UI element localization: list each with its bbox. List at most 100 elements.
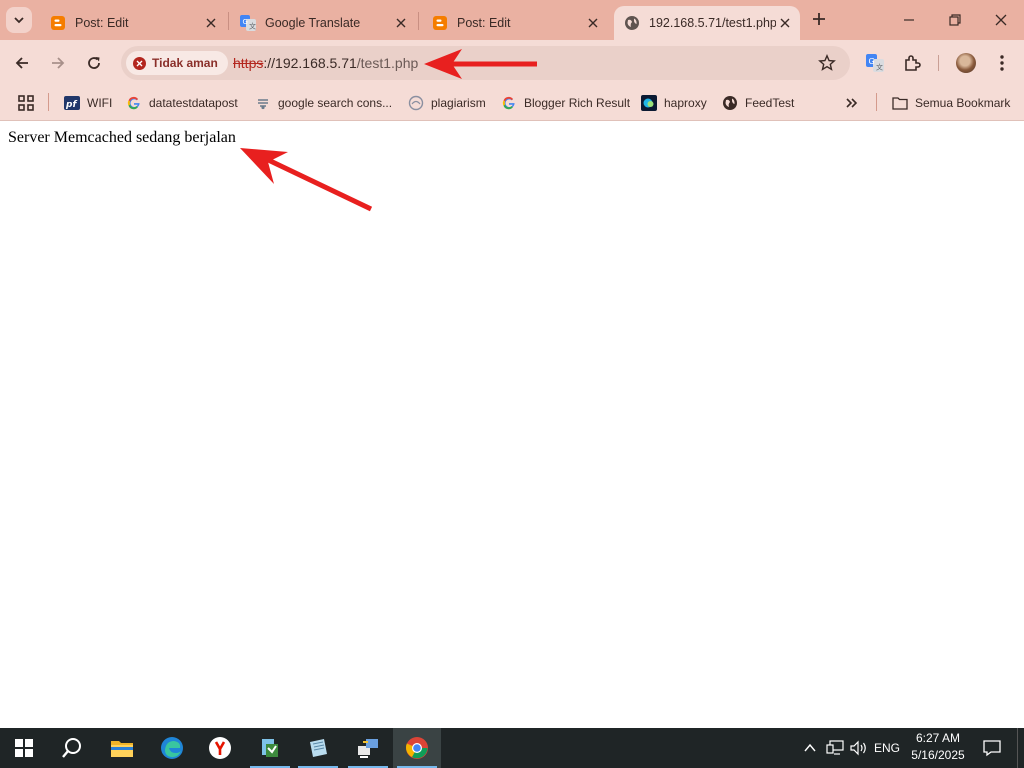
pfsense-icon: pf <box>64 95 80 111</box>
show-desktop-button[interactable] <box>1017 728 1024 768</box>
speaker-icon <box>850 740 866 756</box>
toolbar-divider <box>938 55 939 71</box>
clock-date: 5/16/2025 <box>911 748 965 762</box>
bookmark-star-icon[interactable] <box>818 54 836 72</box>
page-content: Server Memcached sedang berjalan <box>0 121 1024 728</box>
bookmark-separator <box>48 93 49 111</box>
tray-network[interactable] <box>824 728 846 768</box>
tab-post-edit-2[interactable]: Post: Edit <box>422 6 608 40</box>
tray-overflow-button[interactable] <box>800 728 820 768</box>
haproxy-icon <box>641 95 657 111</box>
remote-desktop-icon <box>358 739 378 758</box>
notification-center-button[interactable] <box>980 728 1004 768</box>
restore-icon <box>949 14 961 26</box>
tab-separator <box>418 12 419 30</box>
yandex-icon <box>209 737 231 759</box>
tab-post-edit-1[interactable]: Post: Edit <box>40 6 226 40</box>
taskbar-clock[interactable]: 6:27 AM 5/16/2025 <box>900 730 976 764</box>
network-app-icon <box>262 739 278 757</box>
folder-icon <box>892 95 908 111</box>
url-host: ://192.168.5.71 <box>263 55 357 71</box>
menu-kebab-icon[interactable] <box>992 53 1012 73</box>
minimize-icon <box>904 19 914 21</box>
restore-button[interactable] <box>932 0 978 40</box>
google-icon <box>501 95 517 111</box>
bookmarks-bar: pf WIFI datatestdatapost google search c… <box>0 86 1024 121</box>
search-button[interactable] <box>48 728 96 768</box>
url-text[interactable]: https://192.168.5.71/test1.php <box>233 55 418 71</box>
browser-toolbar: Tidak aman https://192.168.5.71/test1.ph… <box>0 40 1024 86</box>
close-icon[interactable] <box>584 14 602 32</box>
minimize-button[interactable] <box>886 0 932 40</box>
all-bookmarks-folder[interactable]: Semua Bookmark <box>892 93 1010 113</box>
tab-label: Post: Edit <box>457 16 511 30</box>
tray-volume[interactable] <box>848 728 870 768</box>
address-bar[interactable]: Tidak aman https://192.168.5.71/test1.ph… <box>121 46 850 80</box>
bookmark-google-search-console[interactable]: google search cons... <box>255 93 392 113</box>
apps-grid-icon <box>18 95 34 111</box>
taskbar-yandex-browser[interactable] <box>196 728 244 768</box>
bookmark-datatestdatapost[interactable]: datatestdatapost <box>126 93 238 113</box>
tab-label: 192.168.5.71/test1.php <box>649 16 776 30</box>
taskbar-remote-desktop[interactable] <box>344 728 392 768</box>
close-icon[interactable] <box>202 14 220 32</box>
tab-label: Post: Edit <box>75 16 129 30</box>
taskbar-network-manager[interactable] <box>246 728 294 768</box>
bookmark-label: FeedTest <box>745 96 795 110</box>
bookmark-plagiarism[interactable]: plagiarism <box>408 93 486 113</box>
new-tab-button[interactable] <box>808 8 830 30</box>
double-chevron-right-icon <box>846 98 858 108</box>
reload-icon <box>88 57 100 69</box>
more-bookmarks-button[interactable] <box>845 93 859 113</box>
tab-test1-php[interactable]: 192.168.5.71/test1.php <box>614 6 800 40</box>
windows-logo-icon <box>15 739 33 757</box>
profile-avatar[interactable] <box>956 53 976 73</box>
not-secure-icon <box>133 56 146 70</box>
network-wired-icon <box>826 740 844 755</box>
bookmark-label: google search cons... <box>278 96 393 110</box>
apps-button[interactable] <box>18 93 34 113</box>
globe-icon <box>722 95 738 111</box>
start-button[interactable] <box>0 728 48 768</box>
bookmark-label: Blogger Rich Result <box>524 96 631 110</box>
taskbar-document-app[interactable] <box>294 728 342 768</box>
bookmark-feedtest[interactable]: FeedTest <box>722 93 794 113</box>
plagiarism-icon <box>408 95 424 111</box>
bookmark-wifi[interactable]: pf WIFI <box>64 93 112 113</box>
google-icon <box>126 95 142 111</box>
close-icon[interactable] <box>392 14 410 32</box>
close-icon[interactable] <box>776 14 794 32</box>
search-icon <box>62 738 81 758</box>
chevron-up-icon <box>804 743 816 752</box>
tab-google-translate[interactable]: G文 Google Translate <box>230 6 416 40</box>
security-label: Tidak aman <box>152 56 218 70</box>
taskbar-edge[interactable] <box>148 728 196 768</box>
arrow-left-icon <box>15 57 28 69</box>
taskbar-file-explorer[interactable] <box>98 728 146 768</box>
close-window-button[interactable] <box>978 0 1024 40</box>
google-translate-icon[interactable]: G文 <box>865 53 885 73</box>
back-button[interactable] <box>8 49 36 77</box>
tab-search-button[interactable] <box>6 7 32 33</box>
reload-button[interactable] <box>80 49 108 77</box>
edge-icon <box>161 737 183 759</box>
forward-button[interactable] <box>44 49 72 77</box>
url-scheme: https <box>233 55 264 71</box>
bookmark-label: haproxy <box>664 96 707 110</box>
security-indicator[interactable]: Tidak aman <box>126 51 228 75</box>
globe-icon <box>624 15 640 31</box>
extensions-icon[interactable] <box>902 53 922 73</box>
bookmark-haproxy[interactable]: haproxy <box>641 93 707 113</box>
svg-text:pf: pf <box>65 100 77 110</box>
svg-text:G: G <box>869 57 875 66</box>
url-path: /test1.php <box>356 55 419 71</box>
google-translate-icon: G文 <box>240 15 256 31</box>
chrome-icon <box>406 737 428 759</box>
document-icon <box>310 739 327 757</box>
chevron-down-icon <box>14 17 24 24</box>
taskbar-chrome[interactable] <box>393 728 441 768</box>
bookmark-blogger-rich-result[interactable]: Blogger Rich Result <box>501 93 630 113</box>
tab-label: Google Translate <box>265 16 361 30</box>
folder-icon <box>111 741 133 757</box>
tray-language[interactable]: ENG <box>872 728 902 768</box>
